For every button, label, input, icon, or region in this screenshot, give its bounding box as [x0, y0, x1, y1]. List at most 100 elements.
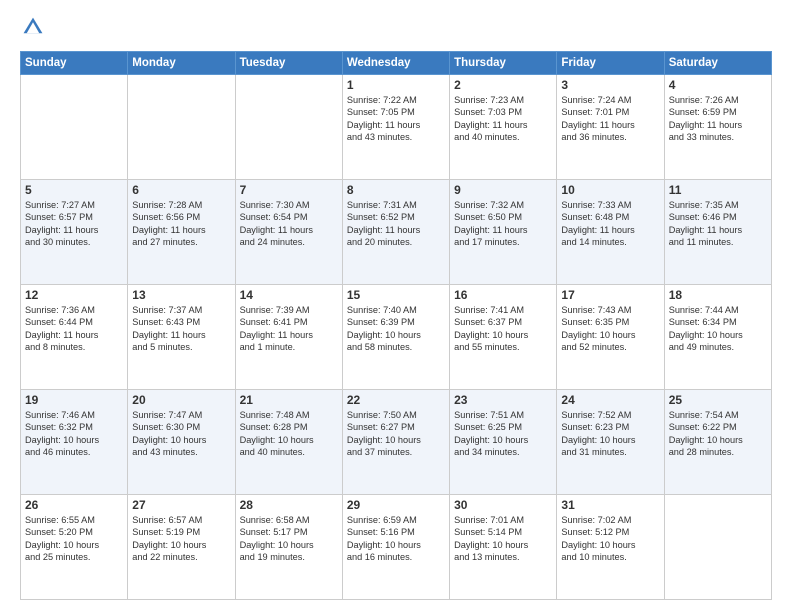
day-number: 1: [347, 78, 445, 92]
day-info: Sunrise: 7:33 AM Sunset: 6:48 PM Dayligh…: [561, 199, 659, 249]
day-info: Sunrise: 7:50 AM Sunset: 6:27 PM Dayligh…: [347, 409, 445, 459]
calendar-week-row: 1 Sunrise: 7:22 AM Sunset: 7:05 PM Daylig…: [21, 75, 772, 180]
calendar-cell: 3 Sunrise: 7:24 AM Sunset: 7:01 PM Daylig…: [557, 75, 664, 180]
calendar-cell: 28 Sunrise: 6:58 AM Sunset: 5:17 PM Dayli…: [235, 495, 342, 600]
calendar-cell: [664, 495, 771, 600]
calendar-cell: 24 Sunrise: 7:52 AM Sunset: 6:23 PM Dayli…: [557, 390, 664, 495]
day-info: Sunrise: 6:59 AM Sunset: 5:16 PM Dayligh…: [347, 514, 445, 564]
day-number: 28: [240, 498, 338, 512]
calendar-cell: 1 Sunrise: 7:22 AM Sunset: 7:05 PM Daylig…: [342, 75, 449, 180]
day-info: Sunrise: 7:24 AM Sunset: 7:01 PM Dayligh…: [561, 94, 659, 144]
calendar-weekday-wednesday: Wednesday: [342, 52, 449, 75]
calendar-cell: 13 Sunrise: 7:37 AM Sunset: 6:43 PM Dayli…: [128, 285, 235, 390]
calendar-cell: 31Sunrise: 7:02 AM Sunset: 5:12 PM Dayli…: [557, 495, 664, 600]
calendar-cell: 4 Sunrise: 7:26 AM Sunset: 6:59 PM Daylig…: [664, 75, 771, 180]
day-number: 23: [454, 393, 552, 407]
calendar-weekday-monday: Monday: [128, 52, 235, 75]
day-number: 13: [132, 288, 230, 302]
calendar-weekday-sunday: Sunday: [21, 52, 128, 75]
calendar-cell: 6Sunrise: 7:28 AM Sunset: 6:56 PM Daylig…: [128, 180, 235, 285]
day-number: 12: [25, 288, 123, 302]
day-info: Sunrise: 7:40 AM Sunset: 6:39 PM Dayligh…: [347, 304, 445, 354]
day-info: Sunrise: 7:26 AM Sunset: 6:59 PM Dayligh…: [669, 94, 767, 144]
day-number: 4: [669, 78, 767, 92]
calendar-header-row: SundayMondayTuesdayWednesdayThursdayFrid…: [21, 52, 772, 75]
calendar-cell: 8 Sunrise: 7:31 AM Sunset: 6:52 PM Daylig…: [342, 180, 449, 285]
day-number: 7: [240, 183, 338, 197]
day-info: Sunrise: 6:55 AM Sunset: 5:20 PM Dayligh…: [25, 514, 123, 564]
day-info: Sunrise: 6:58 AM Sunset: 5:17 PM Dayligh…: [240, 514, 338, 564]
day-info: Sunrise: 7:27 AM Sunset: 6:57 PM Dayligh…: [25, 199, 123, 249]
day-info: Sunrise: 7:37 AM Sunset: 6:43 PM Dayligh…: [132, 304, 230, 354]
calendar-cell: 25Sunrise: 7:54 AM Sunset: 6:22 PM Dayli…: [664, 390, 771, 495]
day-number: 3: [561, 78, 659, 92]
calendar-cell: 30 Sunrise: 7:01 AM Sunset: 5:14 PM Dayli…: [450, 495, 557, 600]
day-info: Sunrise: 7:32 AM Sunset: 6:50 PM Dayligh…: [454, 199, 552, 249]
calendar-cell: 17 Sunrise: 7:43 AM Sunset: 6:35 PM Dayli…: [557, 285, 664, 390]
day-number: 16: [454, 288, 552, 302]
day-info: Sunrise: 7:52 AM Sunset: 6:23 PM Dayligh…: [561, 409, 659, 459]
day-info: Sunrise: 7:46 AM Sunset: 6:32 PM Dayligh…: [25, 409, 123, 459]
day-info: Sunrise: 7:22 AM Sunset: 7:05 PM Dayligh…: [347, 94, 445, 144]
calendar-cell: 9 Sunrise: 7:32 AM Sunset: 6:50 PM Daylig…: [450, 180, 557, 285]
day-number: 24: [561, 393, 659, 407]
calendar-table: SundayMondayTuesdayWednesdayThursdayFrid…: [20, 51, 772, 600]
calendar-cell: 7 Sunrise: 7:30 AM Sunset: 6:54 PM Daylig…: [235, 180, 342, 285]
day-info: Sunrise: 7:01 AM Sunset: 5:14 PM Dayligh…: [454, 514, 552, 564]
calendar-weekday-friday: Friday: [557, 52, 664, 75]
calendar-cell: 14 Sunrise: 7:39 AM Sunset: 6:41 PM Dayli…: [235, 285, 342, 390]
calendar-weekday-saturday: Saturday: [664, 52, 771, 75]
day-number: 18: [669, 288, 767, 302]
calendar-weekday-tuesday: Tuesday: [235, 52, 342, 75]
day-info: Sunrise: 7:31 AM Sunset: 6:52 PM Dayligh…: [347, 199, 445, 249]
day-number: 25: [669, 393, 767, 407]
calendar-cell: 26Sunrise: 6:55 AM Sunset: 5:20 PM Dayli…: [21, 495, 128, 600]
day-info: Sunrise: 7:41 AM Sunset: 6:37 PM Dayligh…: [454, 304, 552, 354]
day-info: Sunrise: 7:48 AM Sunset: 6:28 PM Dayligh…: [240, 409, 338, 459]
day-info: Sunrise: 7:30 AM Sunset: 6:54 PM Dayligh…: [240, 199, 338, 249]
calendar-cell: 5 Sunrise: 7:27 AM Sunset: 6:57 PM Daylig…: [21, 180, 128, 285]
day-number: 11: [669, 183, 767, 197]
day-number: 30: [454, 498, 552, 512]
day-info: Sunrise: 7:23 AM Sunset: 7:03 PM Dayligh…: [454, 94, 552, 144]
day-number: 9: [454, 183, 552, 197]
calendar-cell: 12 Sunrise: 7:36 AM Sunset: 6:44 PM Dayli…: [21, 285, 128, 390]
calendar-cell: 20 Sunrise: 7:47 AM Sunset: 6:30 PM Dayli…: [128, 390, 235, 495]
day-info: Sunrise: 7:28 AM Sunset: 6:56 PM Dayligh…: [132, 199, 230, 249]
day-info: Sunrise: 7:36 AM Sunset: 6:44 PM Dayligh…: [25, 304, 123, 354]
day-info: Sunrise: 7:39 AM Sunset: 6:41 PM Dayligh…: [240, 304, 338, 354]
day-info: Sunrise: 7:02 AM Sunset: 5:12 PM Dayligh…: [561, 514, 659, 564]
day-info: Sunrise: 7:47 AM Sunset: 6:30 PM Dayligh…: [132, 409, 230, 459]
calendar-cell: 29Sunrise: 6:59 AM Sunset: 5:16 PM Dayli…: [342, 495, 449, 600]
day-number: 2: [454, 78, 552, 92]
calendar-cell: 15Sunrise: 7:40 AM Sunset: 6:39 PM Dayli…: [342, 285, 449, 390]
day-number: 14: [240, 288, 338, 302]
calendar-week-row: 12 Sunrise: 7:36 AM Sunset: 6:44 PM Dayli…: [21, 285, 772, 390]
calendar-cell: 18Sunrise: 7:44 AM Sunset: 6:34 PM Dayli…: [664, 285, 771, 390]
day-number: 5: [25, 183, 123, 197]
day-number: 20: [132, 393, 230, 407]
calendar-cell: 19 Sunrise: 7:46 AM Sunset: 6:32 PM Dayli…: [21, 390, 128, 495]
day-number: 21: [240, 393, 338, 407]
day-number: 17: [561, 288, 659, 302]
calendar-cell: 23Sunrise: 7:51 AM Sunset: 6:25 PM Dayli…: [450, 390, 557, 495]
calendar-cell: [21, 75, 128, 180]
calendar-cell: 21 Sunrise: 7:48 AM Sunset: 6:28 PM Dayli…: [235, 390, 342, 495]
day-number: 19: [25, 393, 123, 407]
page: SundayMondayTuesdayWednesdayThursdayFrid…: [0, 0, 792, 612]
calendar-cell: 10Sunrise: 7:33 AM Sunset: 6:48 PM Dayli…: [557, 180, 664, 285]
calendar-cell: 2 Sunrise: 7:23 AM Sunset: 7:03 PM Daylig…: [450, 75, 557, 180]
day-number: 8: [347, 183, 445, 197]
calendar-week-row: 5 Sunrise: 7:27 AM Sunset: 6:57 PM Daylig…: [21, 180, 772, 285]
day-number: 22: [347, 393, 445, 407]
calendar-week-row: 26Sunrise: 6:55 AM Sunset: 5:20 PM Dayli…: [21, 495, 772, 600]
day-info: Sunrise: 7:43 AM Sunset: 6:35 PM Dayligh…: [561, 304, 659, 354]
calendar-weekday-thursday: Thursday: [450, 52, 557, 75]
calendar-cell: 22 Sunrise: 7:50 AM Sunset: 6:27 PM Dayli…: [342, 390, 449, 495]
calendar-cell: [128, 75, 235, 180]
logo-icon: [22, 16, 44, 38]
day-number: 27: [132, 498, 230, 512]
calendar-week-row: 19 Sunrise: 7:46 AM Sunset: 6:32 PM Dayli…: [21, 390, 772, 495]
calendar-cell: 16 Sunrise: 7:41 AM Sunset: 6:37 PM Dayli…: [450, 285, 557, 390]
calendar-cell: 11Sunrise: 7:35 AM Sunset: 6:46 PM Dayli…: [664, 180, 771, 285]
